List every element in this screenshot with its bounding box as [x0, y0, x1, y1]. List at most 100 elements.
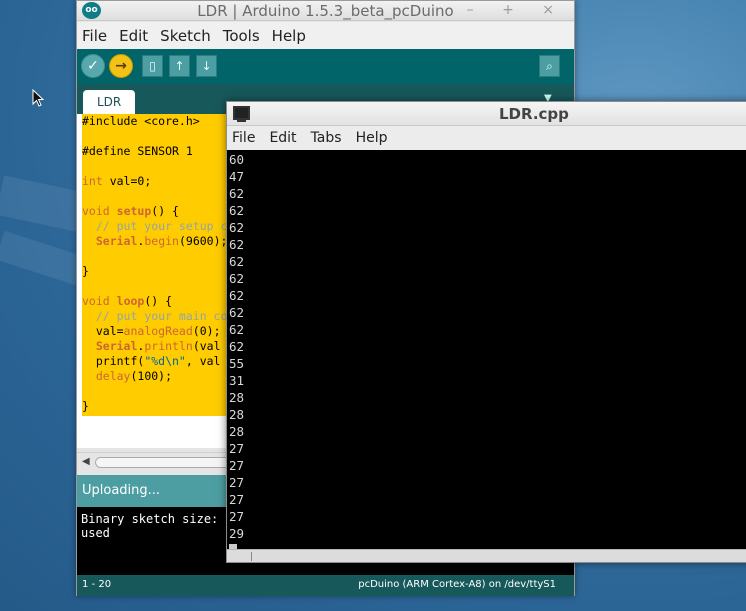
code-token: void [82, 294, 110, 308]
code-line[interactable] [82, 129, 242, 144]
terminal-bottom-edge [227, 549, 746, 562]
code-token: loop [116, 294, 145, 308]
output-line: 62 [229, 254, 245, 269]
output-line: 62 [229, 322, 245, 337]
code-token: val=0; [102, 174, 152, 188]
code-token: #include <core.h> [82, 114, 200, 128]
code-line[interactable]: } [82, 264, 242, 279]
code-line[interactable]: printf("%d\n", val [82, 354, 242, 369]
code-token: () { [144, 294, 173, 308]
code-line[interactable]: int val=0; [82, 174, 242, 189]
code-line[interactable]: #include <core.h> [82, 114, 242, 129]
verify-button[interactable]: ✓ [81, 54, 105, 78]
output-line: 27 [229, 458, 245, 473]
output-line: 62 [229, 237, 245, 252]
code-token: // put your main co [82, 309, 228, 323]
code-line[interactable] [82, 159, 242, 174]
code-line[interactable]: // put your main co [82, 309, 242, 324]
arduino-title-bar: oo LDR | Arduino 1.5.3_beta_pcDuino – + … [77, 1, 574, 21]
output-line: 62 [229, 220, 245, 235]
code-line[interactable] [82, 384, 242, 399]
output-line: 28 [229, 390, 245, 405]
code-line[interactable]: val=analogRead(0); [82, 324, 242, 339]
line-number-info: 1 - 20 [82, 579, 112, 590]
output-line: 27 [229, 509, 245, 524]
code-line[interactable]: Serial.println(val [82, 339, 242, 354]
code-line[interactable]: #define SENSOR 1 [82, 144, 242, 159]
terminal-title-bar: LDR.cpp [227, 102, 746, 126]
code-line[interactable]: Serial.begin(9600); [82, 234, 242, 249]
terminal-output[interactable]: 60 47 62 62 62 62 62 62 62 62 62 62 55 31 28 28 28 27 27 27… [229, 150, 746, 549]
ide-footer: 1 - 20 pcDuino (ARM Cortex-A8) on /dev/t… [77, 575, 574, 596]
code-line[interactable]: } [82, 399, 242, 414]
code-line[interactable] [82, 189, 242, 204]
code-token: (0); [192, 324, 221, 338]
code-token: #define SENSOR 1 [82, 144, 193, 158]
window-controls[interactable]: – + × [467, 2, 566, 18]
code-line[interactable]: // put your setup c [82, 219, 242, 234]
code-line[interactable]: void loop() { [82, 294, 242, 309]
upload-button[interactable]: → [109, 54, 133, 78]
code-token: (9600); [178, 234, 228, 248]
code-selection[interactable]: #include <core.h> #define SENSOR 1 int val… [82, 114, 242, 416]
terminal-icon [233, 106, 250, 122]
output-line: 31 [229, 373, 245, 388]
output-line: 60 [229, 152, 245, 167]
output-line: 27 [229, 441, 245, 456]
terminal-menu-help[interactable]: Help [356, 130, 388, 146]
output-line: 55 [229, 356, 245, 371]
menu-edit[interactable]: Edit [119, 27, 148, 45]
save-sketch-button[interactable]: ↓ [196, 55, 217, 77]
terminal-menu-edit[interactable]: Edit [269, 130, 296, 146]
code-token: analogRead [123, 324, 193, 338]
menu-file[interactable]: File [82, 27, 107, 45]
terminal-title: LDR.cpp [499, 105, 569, 123]
output-line: 62 [229, 203, 245, 218]
code-token: "%d\n" [144, 354, 186, 368]
terminal-menu-tabs[interactable]: Tabs [311, 130, 342, 146]
output-line: 62 [229, 305, 245, 320]
scrollbar-thumb[interactable] [95, 457, 235, 468]
tab-ldr[interactable]: LDR [83, 90, 136, 114]
open-sketch-button[interactable]: ↑ [169, 55, 190, 77]
output-line: 62 [229, 186, 245, 201]
terminal-menu-file[interactable]: File [232, 130, 255, 146]
terminal-window: LDR.cpp File Edit Tabs Help 60 47 62 62 62 62… [226, 101, 746, 563]
code-token: (val [192, 339, 221, 353]
code-token: setup [116, 204, 152, 218]
code-line[interactable]: delay(100); [82, 369, 242, 384]
code-token: val= [82, 324, 124, 338]
menu-help[interactable]: Help [272, 27, 306, 45]
code-token: (100); [130, 369, 173, 383]
output-line: 29 [229, 526, 245, 541]
scroll-left-icon[interactable]: ◀ [82, 456, 90, 467]
code-token: void [82, 204, 110, 218]
prompt-line [229, 542, 746, 549]
output-line: 62 [229, 288, 245, 303]
code-line[interactable]: void setup() { [82, 204, 242, 219]
code-token: int [82, 174, 103, 188]
menu-sketch[interactable]: Sketch [160, 27, 211, 45]
code-token: printf( [82, 354, 145, 368]
new-sketch-button[interactable]: ▯ [142, 55, 163, 77]
output-line: 47 [229, 169, 245, 184]
code-token: } [82, 264, 89, 278]
output-line: 62 [229, 339, 245, 354]
serial-monitor-button[interactable]: ⌕ [539, 55, 560, 77]
resize-handle[interactable] [251, 552, 252, 561]
code-token: , val [185, 354, 221, 368]
code-token: Serial [95, 234, 138, 248]
code-token: } [82, 399, 89, 413]
code-line[interactable] [82, 249, 242, 264]
mouse-pointer-icon [32, 89, 45, 107]
code-line[interactable] [82, 279, 242, 294]
output-line: 28 [229, 407, 245, 422]
board-port-info: pcDuino (ARM Cortex-A8) on /dev/ttyS1 [358, 579, 556, 590]
code-token: // put your setup c [82, 219, 228, 233]
terminal-menu-bar: File Edit Tabs Help [227, 126, 746, 150]
menu-tools[interactable]: Tools [223, 27, 260, 45]
